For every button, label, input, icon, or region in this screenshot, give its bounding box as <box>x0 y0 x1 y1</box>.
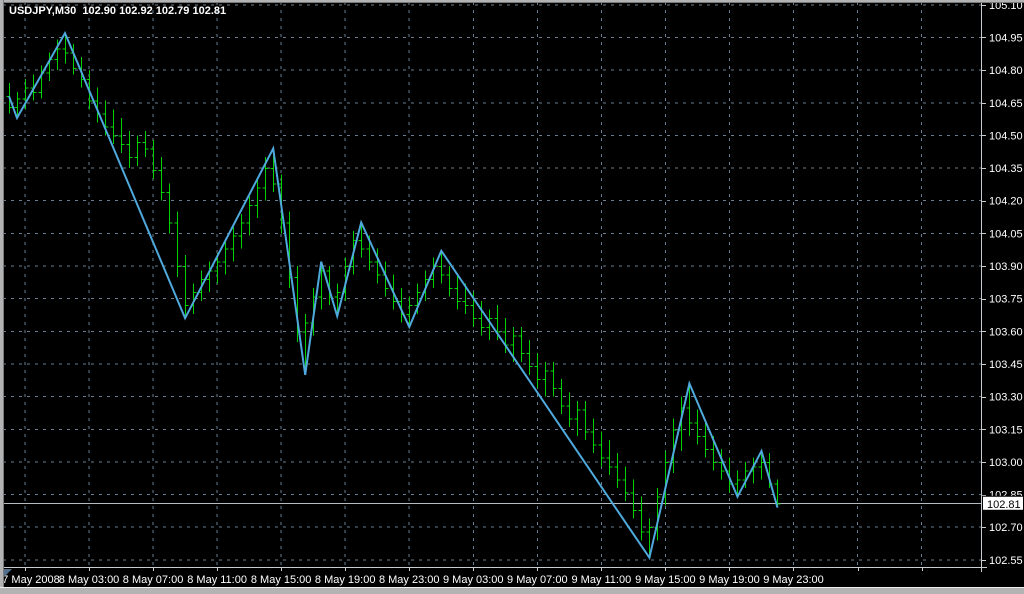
price-axis-label: 104.20 <box>989 196 1023 208</box>
price-axis-label: 104.05 <box>989 228 1023 240</box>
price-axis-label: 103.15 <box>989 424 1023 436</box>
window-border-left <box>0 0 4 594</box>
ohlc-bar <box>167 183 173 233</box>
window-border-top <box>0 0 1024 3</box>
price-axis-label: 103.60 <box>989 326 1023 338</box>
time-axis-label: 8 May 07:00 <box>123 574 184 586</box>
ohlc-bar <box>591 418 597 453</box>
ohlc-bar <box>607 440 613 475</box>
price-axis-label: 103.45 <box>989 359 1023 371</box>
ohlc-bar <box>231 227 237 262</box>
time-axis-label: 8 May 03:00 <box>59 574 120 586</box>
ohlc-bar <box>159 157 165 201</box>
time-axis-label: 8 May 23:00 <box>379 574 440 586</box>
window-border-bottom <box>0 587 1024 594</box>
axis-frame <box>3 2 987 572</box>
ohlc-bar <box>631 479 637 518</box>
price-axis-label: 104.65 <box>989 98 1023 110</box>
time-axis-label: 8 May 15:00 <box>251 574 312 586</box>
ohlc-bar <box>551 362 557 397</box>
time-axis-label: 9 May 07:00 <box>507 574 568 586</box>
ohlc-bar <box>615 453 621 488</box>
time-axis-label: 8 May 11:00 <box>187 574 247 586</box>
grid-lines <box>3 2 981 567</box>
ohlc-bar <box>127 131 133 168</box>
time-axis-label: 9 May 11:00 <box>571 574 631 586</box>
time-axis-label: 9 May 03:00 <box>443 574 504 586</box>
ohlc-bar <box>695 410 701 445</box>
chart-window: 105.10104.95104.80104.65104.50104.35104.… <box>0 0 1024 594</box>
time-axis[interactable]: 7 May 20088 May 03:008 May 07:008 May 11… <box>2 574 823 586</box>
price-axis-label: 104.50 <box>989 130 1023 142</box>
price-axis-label: 102.55 <box>989 555 1023 567</box>
ohlc-bar <box>599 431 605 466</box>
ohlc-bar <box>175 212 181 277</box>
price-axis-label: 103.75 <box>989 294 1023 306</box>
ohlc-bar <box>575 401 581 436</box>
ohlc-bar <box>623 466 629 501</box>
price-axis-label: 104.35 <box>989 163 1023 175</box>
current-price-label: 102.81 <box>983 496 1024 511</box>
current-price-text: 102.81 <box>987 499 1021 511</box>
ohlc-bar <box>535 353 541 388</box>
ohlc-bar <box>527 340 533 375</box>
ohlc-bar <box>447 266 453 296</box>
ohlc-bar <box>183 255 189 318</box>
time-axis-label: 9 May 19:00 <box>699 574 760 586</box>
ohlc-bar <box>151 140 157 179</box>
price-axis-label: 102.70 <box>989 522 1023 534</box>
ohlc-bar <box>247 196 253 235</box>
ohlc-bars <box>7 33 781 558</box>
price-axis-label: 104.80 <box>989 65 1023 77</box>
price-axis-label: 104.95 <box>989 32 1023 44</box>
chart-title: USDJPY,M30 102.90 102.92 102.79 102.81 <box>9 5 226 17</box>
price-axis[interactable]: 105.10104.95104.80104.65104.50104.35104.… <box>989 0 1023 567</box>
ohlc-bar <box>135 135 141 165</box>
time-axis-label: 9 May 15:00 <box>635 574 696 586</box>
ohlc-bar <box>543 362 549 397</box>
ohlc-bar <box>519 327 525 362</box>
ohlc-bar <box>455 275 461 310</box>
price-axis-label: 103.00 <box>989 457 1023 469</box>
ohlc-bar <box>111 109 117 144</box>
price-axis-label: 103.90 <box>989 261 1023 273</box>
time-axis-label: 8 May 19:00 <box>315 574 376 586</box>
time-axis-label: 7 May 2008 <box>2 574 59 586</box>
ohlc-bar <box>567 392 573 427</box>
price-axis-label: 103.30 <box>989 392 1023 404</box>
ohlc-bar <box>239 214 245 249</box>
price-chart[interactable]: 105.10104.95104.80104.65104.50104.35104.… <box>0 0 1024 594</box>
ohlc-bar <box>583 401 589 440</box>
time-axis-label: 9 May 23:00 <box>763 574 824 586</box>
